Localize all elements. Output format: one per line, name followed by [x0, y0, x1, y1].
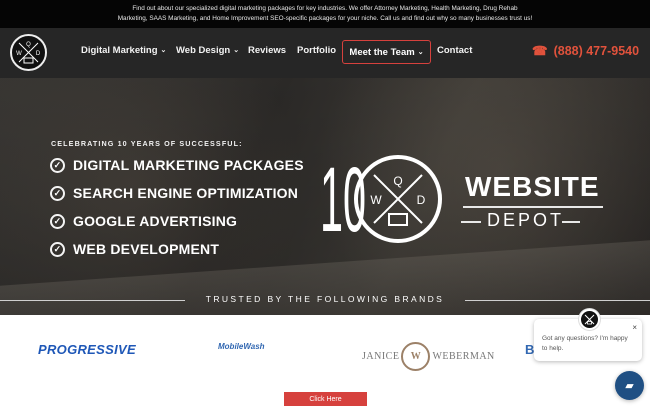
website-depot-brandmark: 10 Q W D WEBSITE DEPOT — [320, 154, 605, 247]
service-label: GOOGLE ADVERTISING — [73, 213, 238, 229]
service-label: WEB DEVELOPMENT — [73, 241, 220, 257]
trusted-brands-heading: TRUSTED BY THE FOLLOWING BRANDS — [0, 294, 650, 312]
website-depot-logo[interactable]: Q W D — [10, 34, 47, 71]
nav-digital-marketing[interactable]: Digital Marketing ⌄ — [81, 45, 166, 57]
chat-bubble-icon: ▰ — [625, 380, 634, 392]
brand-letter-q: Q — [393, 174, 402, 188]
service-item: ✓ WEB DEVELOPMENT — [50, 241, 219, 257]
brand-circle: Q W D — [354, 155, 442, 243]
chevron-down-icon: ⌄ — [160, 47, 167, 54]
announcement-bar: Find out about our specialized digital m… — [0, 0, 650, 28]
nav-contact-label: Contact — [437, 45, 473, 56]
logo-letter-w: W — [16, 51, 22, 57]
check-icon: ✓ — [50, 241, 65, 257]
brand-letter-d: D — [417, 193, 426, 207]
phone-number: (888) 477-9540 — [553, 43, 640, 58]
chat-button[interactable]: ▰ — [615, 371, 644, 400]
brand-logo-icon: Q W D — [370, 174, 426, 226]
weberman-text: WEBERMAN — [432, 351, 495, 362]
brand-divider-right — [562, 221, 580, 223]
close-icon[interactable]: × — [632, 323, 637, 333]
janice-monogram: W — [401, 342, 431, 371]
chat-avatar — [579, 309, 600, 330]
service-item: ✓ GOOGLE ADVERTISING — [50, 213, 237, 229]
service-label: SEARCH ENGINE OPTIMIZATION — [73, 185, 299, 201]
hero-banner: CELEBRATING 10 YEARS OF SUCCESSFUL: ✓ DIG… — [0, 78, 650, 315]
click-here-button[interactable]: Click Here — [284, 392, 367, 406]
check-icon: ✓ — [50, 185, 65, 201]
nav-portfolio[interactable]: Portfolio — [297, 45, 336, 57]
logo-letter-q: Q — [26, 42, 31, 48]
meet-the-team-label: Meet the Team — [349, 46, 415, 58]
check-icon: ✓ — [50, 213, 65, 229]
partial-brand-logo: B — [525, 342, 535, 357]
nav-web-design[interactable]: Web Design ⌄ — [176, 45, 239, 57]
janice-weberman-logo: JANICE W WEBERMAN — [362, 342, 495, 371]
service-label: DIGITAL MARKETING PACKAGES — [73, 157, 304, 173]
nav-reviews-label: Reviews — [248, 45, 287, 56]
chat-avatar-icon — [584, 314, 595, 325]
mobile-wash-logo: MobileWash — [218, 342, 265, 351]
main-navigation: Q W D Digital Marketing ⌄ Web Design ⌄ Rev… — [0, 28, 650, 78]
nav-reviews[interactable]: Reviews — [248, 45, 286, 57]
logo-letter-d: D — [36, 51, 41, 57]
logo-icon: Q W D — [16, 42, 41, 64]
janice-text: JANICE — [362, 351, 400, 362]
announcement-line-2: Marketing, SAAS Marketing, and Home Impr… — [117, 15, 533, 22]
service-item: ✓ DIGITAL MARKETING PACKAGES — [50, 157, 304, 173]
meet-the-team-button[interactable]: Meet the Team ⌄ — [342, 40, 431, 64]
phone-link[interactable]: ☎ (888) 477-9540 — [532, 43, 640, 59]
chevron-down-icon: ⌄ — [417, 49, 424, 56]
progressive-logo: PROGRESSIVE — [38, 342, 136, 357]
phone-icon: ☎ — [532, 44, 548, 58]
service-item: ✓ SEARCH ENGINE OPTIMIZATION — [50, 185, 298, 201]
brand-letter-w: W — [370, 193, 382, 207]
nav-digital-marketing-label: Digital Marketing — [81, 45, 158, 56]
brand-website-text: WEBSITE — [465, 171, 600, 202]
chevron-down-icon: ⌄ — [233, 47, 240, 54]
check-icon: ✓ — [50, 157, 65, 173]
brand-divider-top — [463, 206, 603, 208]
hero-kicker: CELEBRATING 10 YEARS OF SUCCESSFUL: — [51, 139, 243, 148]
announcement-line-1: Find out about our specialized digital m… — [132, 5, 518, 12]
chat-popup[interactable]: × Got any questions? I'm happy to help. — [534, 309, 642, 361]
brand-divider-left — [461, 221, 481, 223]
nav-portfolio-label: Portfolio — [297, 45, 337, 56]
nav-web-design-label: Web Design — [176, 45, 231, 56]
chat-message: Got any questions? I'm happy to help. — [542, 335, 628, 352]
brand-depot-text: DEPOT — [487, 210, 565, 230]
nav-contact[interactable]: Contact — [437, 45, 472, 57]
